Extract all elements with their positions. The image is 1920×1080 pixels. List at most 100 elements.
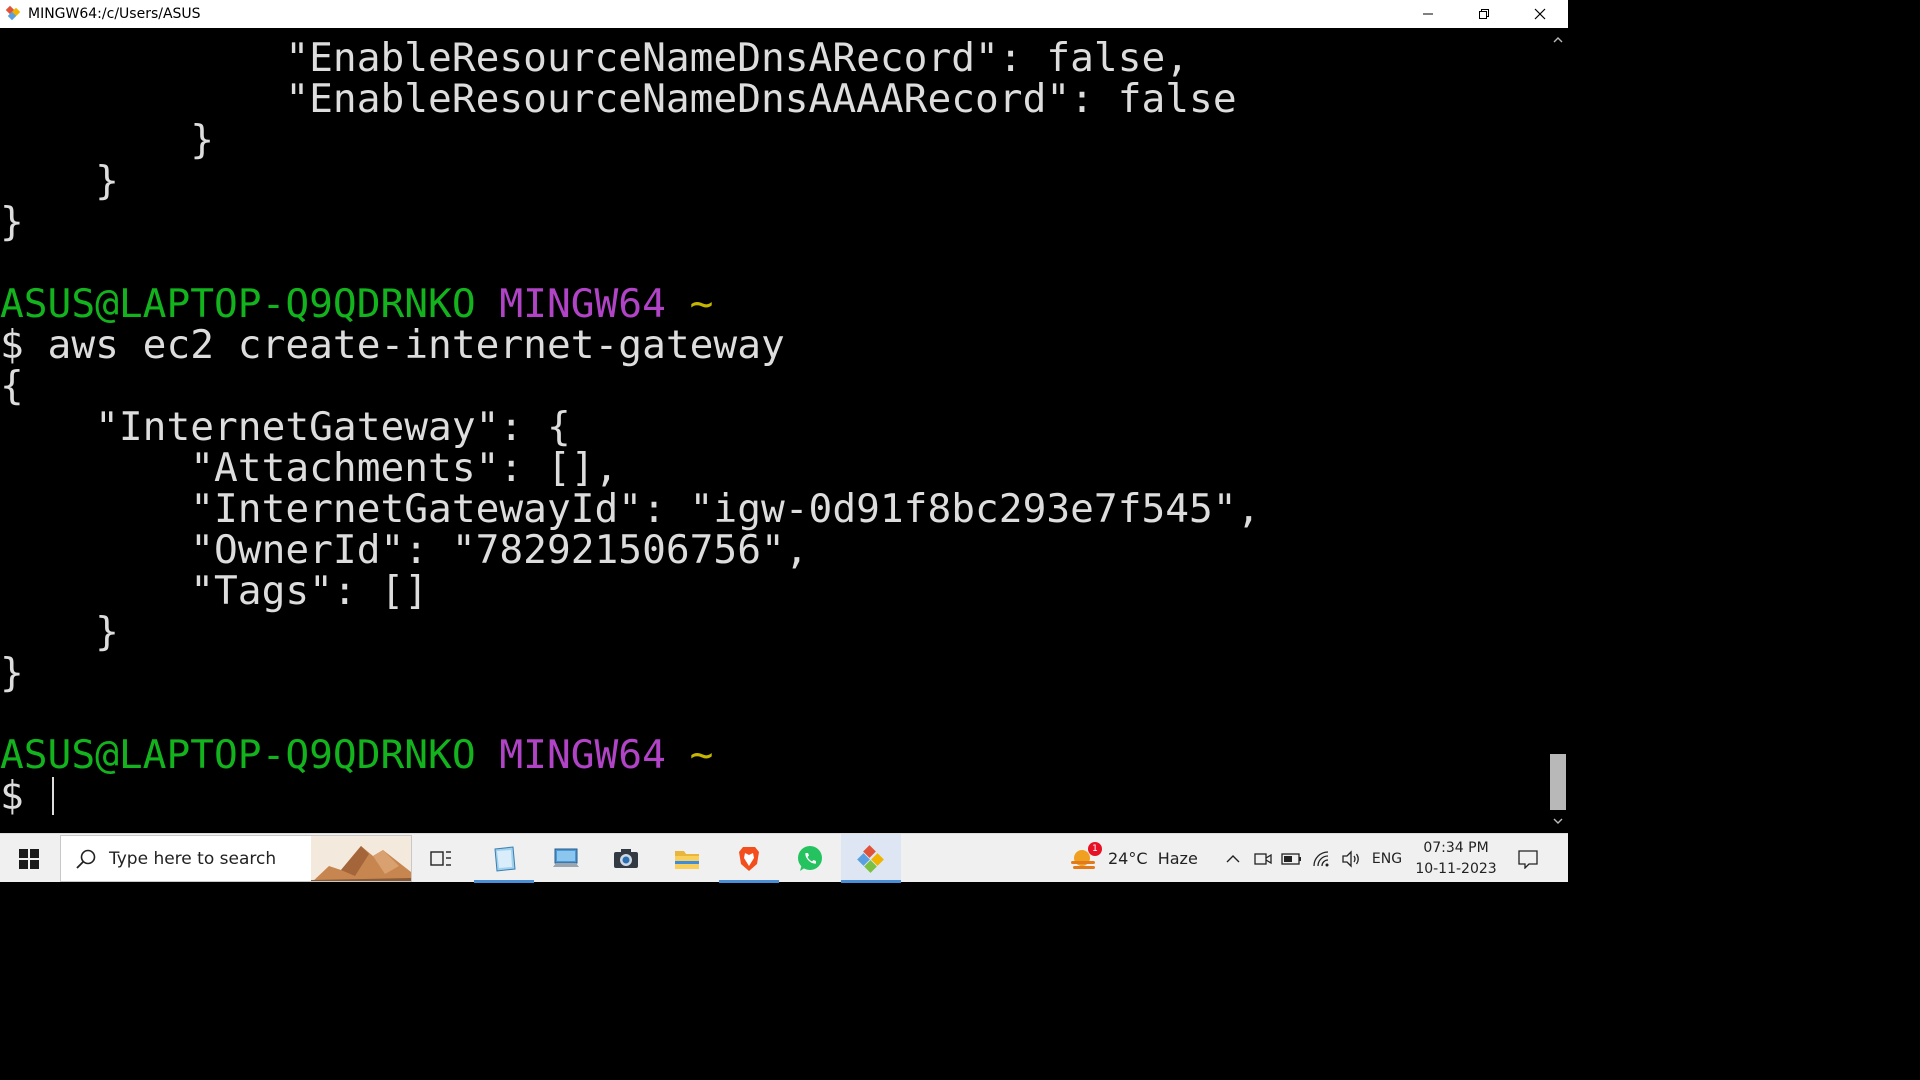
- terminal-line: $ aws ec2 create-internet-gateway: [0, 325, 1260, 366]
- chevron-up-icon: [1226, 854, 1240, 862]
- terminal-segment: "Tags": []: [0, 568, 429, 614]
- terminal-line: }: [0, 120, 1260, 161]
- search-icon: [76, 849, 96, 869]
- window-controls: [1400, 0, 1568, 28]
- close-icon: [1534, 8, 1546, 20]
- notepad-icon: [494, 845, 516, 872]
- terminal-segment: }: [0, 650, 24, 696]
- terminal-segment: [476, 281, 500, 327]
- terminal-segment: [666, 281, 690, 327]
- terminal-segment: MINGW64: [499, 732, 666, 778]
- terminal-segment: ~: [689, 732, 714, 778]
- minimize-button[interactable]: [1400, 0, 1456, 28]
- chevron-down-icon: [1553, 818, 1563, 824]
- vertical-scrollbar[interactable]: [1548, 28, 1568, 833]
- close-button[interactable]: [1512, 0, 1568, 28]
- task-view-button[interactable]: [411, 834, 471, 883]
- terminal-segment: }: [0, 158, 119, 204]
- windows-logo-icon: [19, 848, 39, 869]
- search-highlight-image: [311, 836, 411, 881]
- terminal-segment: [476, 732, 500, 778]
- terminal-line: "EnableResourceNameDnsAAAARecord": false: [0, 79, 1260, 120]
- restore-button[interactable]: [1456, 0, 1512, 28]
- git-bash-icon: [4, 4, 24, 24]
- meet-now-button[interactable]: [1250, 834, 1276, 883]
- window-title: MINGW64:/c/Users/ASUS: [28, 6, 201, 22]
- wifi-button[interactable]: [1308, 834, 1336, 883]
- terminal-line: $: [0, 776, 1260, 817]
- language-label: ENG: [1371, 850, 1403, 867]
- whatsapp-icon: [798, 845, 822, 871]
- terminal-segment: MINGW64: [499, 281, 666, 327]
- scroll-up-button[interactable]: [1548, 30, 1568, 50]
- terminal-segment: }: [0, 199, 24, 245]
- weather-widget[interactable]: 1 24°C Haze: [1068, 834, 1198, 883]
- terminal-line: }: [0, 612, 1260, 653]
- scroll-down-button[interactable]: [1548, 811, 1568, 831]
- folder-icon: [675, 850, 699, 869]
- taskbar-app-notepad[interactable]: [474, 834, 534, 883]
- terminal-output[interactable]: "EnableResourceNameDnsARecord": false, "…: [0, 28, 1548, 833]
- battery-button[interactable]: [1278, 834, 1306, 883]
- search-placeholder: Type here to search: [109, 848, 277, 869]
- video-call-icon: [1254, 852, 1272, 865]
- terminal-segment: "InternetGatewayId": "igw-0d91f8bc293e7f…: [0, 486, 1261, 532]
- terminal-line: ASUS@LAPTOP-Q9QDRNKO MINGW64 ~: [0, 735, 1260, 776]
- clock-time: 07:34 PM: [1423, 839, 1489, 856]
- terminal-segment: ASUS@LAPTOP-Q9QDRNKO: [0, 281, 476, 327]
- terminal-line: "InternetGateway": {: [0, 407, 1260, 448]
- terminal-line: }: [0, 161, 1260, 202]
- terminal-line: "Attachments": [],: [0, 448, 1260, 489]
- brave-browser-icon: [739, 846, 759, 871]
- taskbar-app-git-bash[interactable]: [841, 834, 901, 883]
- terminal-segment: }: [0, 609, 119, 655]
- scroll-thumb[interactable]: [1550, 754, 1566, 810]
- terminal-segment: $: [0, 773, 48, 819]
- taskbar-search-box[interactable]: Type here to search: [60, 835, 412, 882]
- terminal-cursor: [51, 777, 54, 815]
- terminal-segment: ~: [689, 281, 714, 327]
- speaker-icon: [1342, 849, 1359, 868]
- weather-text: 24°C Haze: [1108, 849, 1198, 868]
- chevron-up-icon: [1553, 37, 1563, 43]
- terminal-segment: "Attachments": [],: [0, 445, 619, 491]
- computer-icon: [553, 848, 579, 867]
- taskbar-app-this-pc[interactable]: [536, 834, 596, 883]
- camera-icon: [614, 848, 638, 868]
- terminal-segment: "InternetGateway": {: [0, 404, 571, 450]
- taskbar-app-file-explorer[interactable]: [657, 834, 717, 883]
- volume-button[interactable]: [1338, 834, 1364, 883]
- terminal-line: }: [0, 202, 1260, 243]
- weather-haze-icon: 1: [1068, 841, 1102, 874]
- terminal-line: {: [0, 366, 1260, 407]
- terminal-line: "InternetGatewayId": "igw-0d91f8bc293e7f…: [0, 489, 1260, 530]
- taskbar-app-camera[interactable]: [596, 834, 656, 883]
- wifi-icon: [1313, 850, 1329, 866]
- terminal-segment: $ aws ec2 create-internet-gateway: [0, 322, 785, 368]
- terminal-segment: "EnableResourceNameDnsARecord": false,: [0, 35, 1190, 81]
- start-button[interactable]: [0, 834, 58, 883]
- terminal-line: }: [0, 653, 1260, 694]
- input-language-button[interactable]: ENG: [1366, 834, 1408, 883]
- terminal-line: "OwnerId": "782921506756",: [0, 530, 1260, 571]
- terminal-segment: {: [0, 363, 24, 409]
- taskbar-app-whatsapp[interactable]: [780, 834, 840, 883]
- task-view-icon: [430, 850, 451, 866]
- weather-notification-badge: 1: [1088, 841, 1102, 856]
- terminal-line: ASUS@LAPTOP-Q9QDRNKO MINGW64 ~: [0, 284, 1260, 325]
- taskbar-app-brave[interactable]: [719, 834, 779, 883]
- taskbar-clock[interactable]: 07:34 PM 10-11-2023: [1410, 834, 1502, 883]
- terminal-segment: "EnableResourceNameDnsAAAARecord": false: [0, 76, 1237, 122]
- taskbar: Type here to search 1 24°C Haze ENG 07:3…: [0, 833, 1568, 883]
- git-bash-taskbar-icon: [857, 844, 884, 873]
- notification-center-button[interactable]: [1510, 834, 1546, 883]
- terminal-segment: "OwnerId": "782921506756",: [0, 527, 809, 573]
- clock-date: 10-11-2023: [1415, 860, 1497, 877]
- terminal-segment: [666, 732, 690, 778]
- notification-icon: [1518, 849, 1538, 869]
- restore-icon: [1479, 9, 1489, 19]
- terminal-text: "EnableResourceNameDnsARecord": false, "…: [0, 38, 1260, 817]
- show-hidden-icons-button[interactable]: [1220, 834, 1246, 883]
- window-titlebar[interactable]: MINGW64:/c/Users/ASUS: [0, 0, 1568, 28]
- terminal-line: "Tags": []: [0, 571, 1260, 612]
